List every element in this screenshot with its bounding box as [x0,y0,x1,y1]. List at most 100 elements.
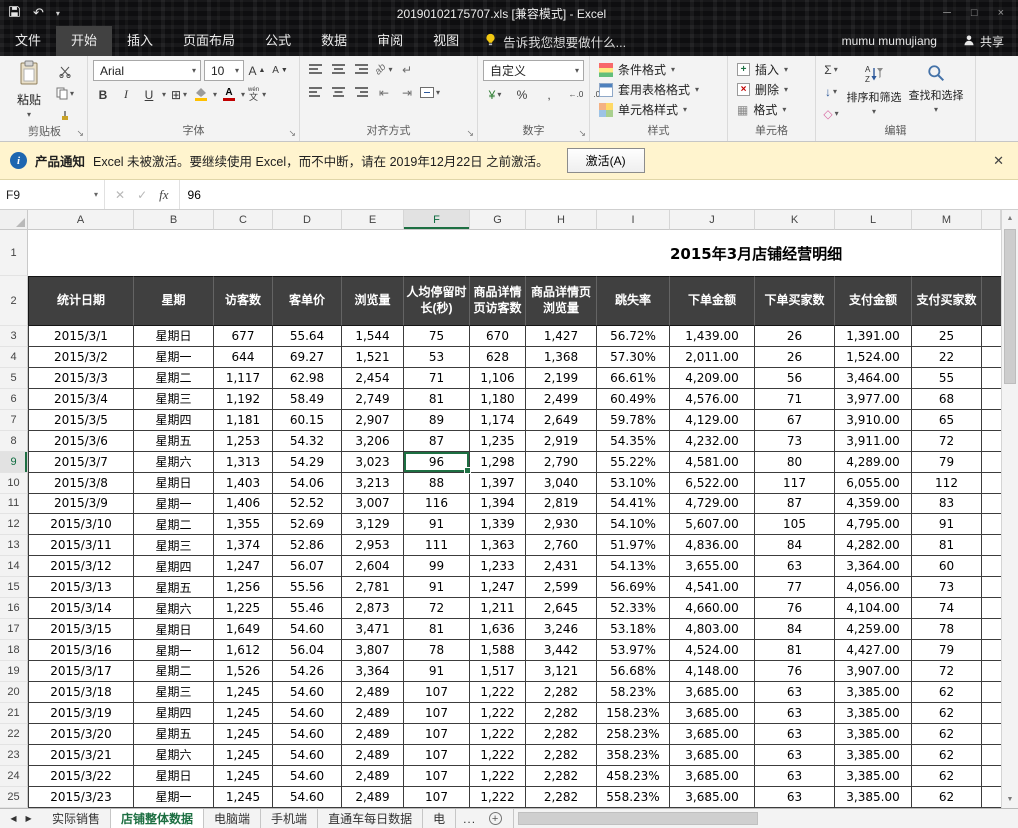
cell-3-partial[interactable] [982,326,1001,347]
header-cell-M2[interactable]: 支付买家数 [912,276,982,326]
cell-F20[interactable]: 107 [404,682,470,703]
cell-L18[interactable]: 4,427.00 [835,640,912,661]
cell-15-partial[interactable] [982,577,1001,598]
row-header-4[interactable]: 4 [0,347,28,368]
cell-J18[interactable]: 4,524.00 [670,640,755,661]
cell-H10[interactable]: 3,040 [526,473,597,494]
cell-B15[interactable]: 星期五 [134,577,214,598]
wrap-text-icon[interactable]: ↵ [397,60,417,79]
column-header-C[interactable]: C [214,210,273,230]
cell-H20[interactable]: 2,282 [526,682,597,703]
cell-F4[interactable]: 53 [404,347,470,368]
cell-C13[interactable]: 1,374 [214,535,273,556]
cell-M15[interactable]: 73 [912,577,982,598]
scroll-down-icon[interactable]: ▼ [1002,791,1018,808]
align-right-icon[interactable] [351,83,371,102]
cell-M19[interactable]: 72 [912,661,982,682]
cell-A20[interactable]: 2015/3/18 [28,682,134,703]
cell-G23[interactable]: 1,222 [470,745,526,766]
cell-K8[interactable]: 73 [755,431,835,452]
cell-G6[interactable]: 1,180 [470,389,526,410]
cell-F25[interactable]: 107 [404,787,470,808]
cell-H17[interactable]: 3,246 [526,619,597,640]
cell-D4[interactable]: 69.27 [273,347,342,368]
cell-E22[interactable]: 2,489 [342,724,404,745]
row-header-15[interactable]: 15 [0,577,28,598]
cell-K5[interactable]: 56 [755,368,835,389]
cell-I23[interactable]: 358.23% [597,745,670,766]
cell-E10[interactable]: 3,213 [342,473,404,494]
cell-I18[interactable]: 53.97% [597,640,670,661]
cell-J19[interactable]: 4,148.00 [670,661,755,682]
row-header-12[interactable]: 12 [0,514,28,535]
cell-B4[interactable]: 星期一 [134,347,214,368]
cell-B7[interactable]: 星期四 [134,410,214,431]
cell-J10[interactable]: 6,522.00 [670,473,755,494]
row-header-17[interactable]: 17 [0,619,28,640]
cell-9-partial[interactable] [982,452,1001,473]
confirm-entry-icon[interactable]: ✓ [137,188,147,202]
cell-E24[interactable]: 2,489 [342,766,404,787]
underline-button[interactable]: U [139,85,159,104]
more-sheets-indicator[interactable]: ... [456,809,483,828]
cell-D25[interactable]: 54.60 [273,787,342,808]
cell-K7[interactable]: 67 [755,410,835,431]
next-sheet-icon[interactable]: ▶ [26,814,32,823]
cell-C10[interactable]: 1,403 [214,473,273,494]
sheet-tab-pc[interactable]: 电脑端 [204,809,261,828]
cell-F24[interactable]: 107 [404,766,470,787]
cell-B9[interactable]: 星期六 [134,452,214,473]
cell-D22[interactable]: 54.60 [273,724,342,745]
cell-K17[interactable]: 84 [755,619,835,640]
row-header-24[interactable]: 24 [0,766,28,787]
delete-cells-button[interactable]: ×删除▾ [733,80,792,99]
scroll-up-icon[interactable]: ▲ [1002,210,1018,227]
tell-me-box[interactable]: 告诉我您想要做什么... [484,26,626,56]
cell-K10[interactable]: 117 [755,473,835,494]
cell-C8[interactable]: 1,253 [214,431,273,452]
find-select-button[interactable]: 查找和选择 ▾ [907,60,965,120]
cell-J23[interactable]: 3,685.00 [670,745,755,766]
new-sheet-button[interactable]: + [483,809,507,828]
cell-D5[interactable]: 62.98 [273,368,342,389]
cell-K6[interactable]: 71 [755,389,835,410]
orientation-icon[interactable]: ab▾ [374,60,394,79]
cell-A24[interactable]: 2015/3/22 [28,766,134,787]
cell-18-partial[interactable] [982,640,1001,661]
cell-A11[interactable]: 2015/3/9 [28,494,134,515]
cell-F5[interactable]: 71 [404,368,470,389]
cell-K15[interactable]: 77 [755,577,835,598]
cell-G16[interactable]: 1,211 [470,598,526,619]
header-cell-partial[interactable] [982,276,1001,326]
cell-K16[interactable]: 76 [755,598,835,619]
cell-L19[interactable]: 3,907.00 [835,661,912,682]
cell-F21[interactable]: 107 [404,703,470,724]
cell-G12[interactable]: 1,339 [470,514,526,535]
column-header-B[interactable]: B [134,210,214,230]
cell-M13[interactable]: 81 [912,535,982,556]
cell-F6[interactable]: 81 [404,389,470,410]
cell-K3[interactable]: 26 [755,326,835,347]
cell-D12[interactable]: 52.69 [273,514,342,535]
format-painter-icon[interactable] [55,106,75,125]
cell-G18[interactable]: 1,588 [470,640,526,661]
cell-F12[interactable]: 91 [404,514,470,535]
cell-12-partial[interactable] [982,514,1001,535]
vertical-scroll-thumb[interactable] [1004,229,1016,384]
cell-H3[interactable]: 1,427 [526,326,597,347]
column-header-F[interactable]: F [404,210,470,230]
insert-function-icon[interactable]: fx [159,187,168,203]
minimize-icon[interactable]: ─ [943,7,951,19]
cell-8-partial[interactable] [982,431,1001,452]
cell-F18[interactable]: 78 [404,640,470,661]
cell-C4[interactable]: 644 [214,347,273,368]
cell-E11[interactable]: 3,007 [342,494,404,515]
tab-review[interactable]: 审阅 [362,26,418,56]
cell-B21[interactable]: 星期四 [134,703,214,724]
cell-23-partial[interactable] [982,745,1001,766]
bold-button[interactable]: B [93,85,113,104]
save-icon[interactable] [8,5,21,21]
cell-B22[interactable]: 星期五 [134,724,214,745]
cell-D10[interactable]: 54.06 [273,473,342,494]
cell-F8[interactable]: 87 [404,431,470,452]
